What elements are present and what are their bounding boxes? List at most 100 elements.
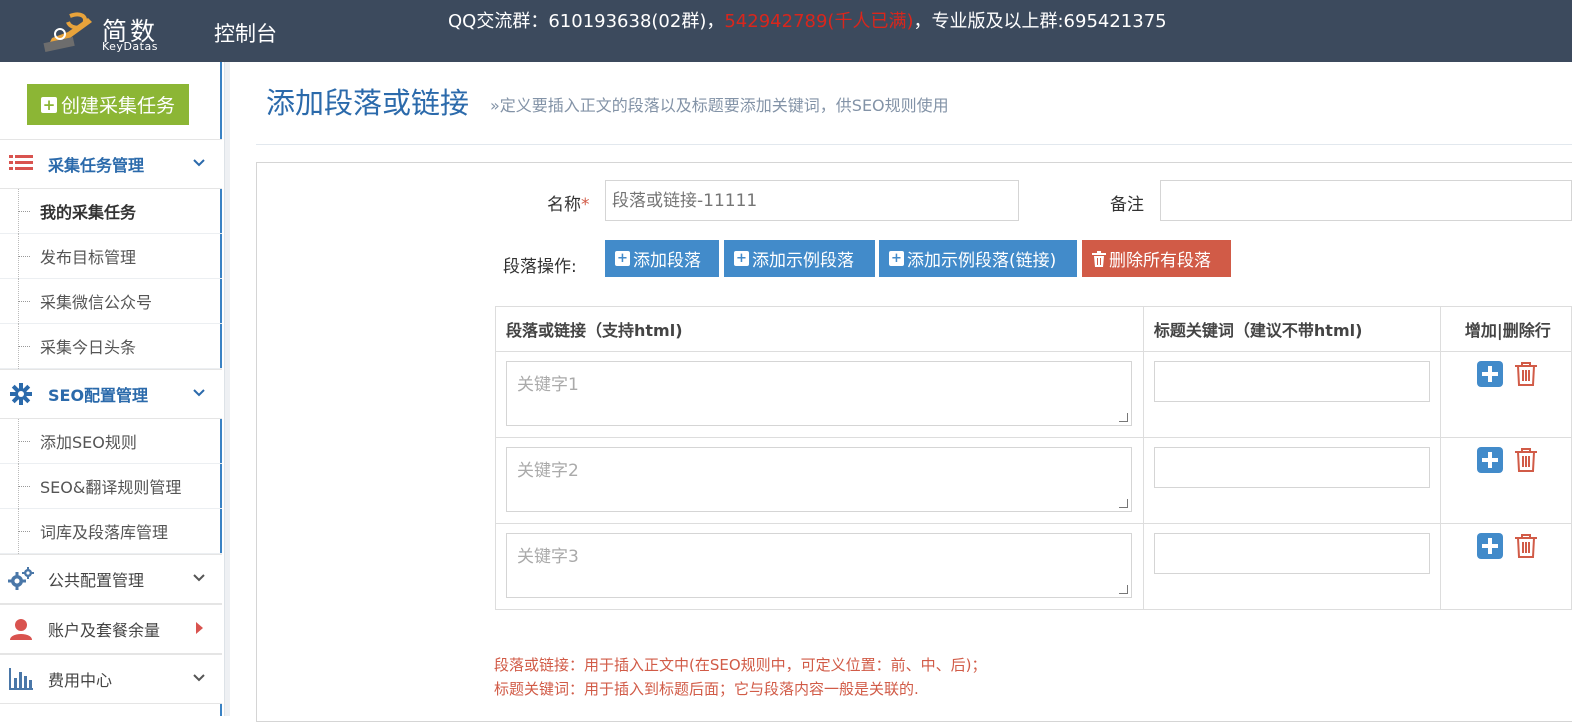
add-row-icon[interactable] (1476, 533, 1503, 559)
paragraph-textarea[interactable]: 关键字2 (506, 447, 1132, 512)
sidebar-section-label: 账户及套餐余量 (48, 621, 161, 640)
trash-icon (1092, 250, 1106, 267)
chevron-down-icon (193, 574, 205, 582)
keyword-input[interactable] (1153, 533, 1430, 574)
qq-suffix: ，专业版及以上群:695421375 (913, 11, 1167, 32)
remark-input[interactable] (1160, 180, 1572, 221)
logo-icon (43, 12, 92, 53)
delete-row-icon[interactable] (1513, 533, 1539, 559)
sidebar-section-label: 公共配置管理 (48, 571, 145, 590)
gear-icon (8, 381, 34, 407)
user-icon (8, 616, 34, 642)
keyword-input[interactable] (1153, 361, 1430, 402)
sidebar-item-label: 采集微信公众号 (40, 293, 153, 312)
divider (256, 144, 1572, 145)
required-marker: * (581, 195, 590, 215)
button-label: 添加段落 (633, 251, 701, 271)
sidebar-item-label: 添加SEO规则 (40, 433, 137, 452)
remark-label: 备注 (1110, 195, 1144, 215)
create-task-button[interactable]: + 创建采集任务 (27, 84, 189, 125)
sidebar-section-seo[interactable]: SEO配置管理 (0, 369, 222, 419)
help-note: 段落或链接：用于插入正文中(在SEO规则中，可定义位置：前、中、后)； (494, 656, 987, 674)
sidebar-section-task-management[interactable]: 采集任务管理 (0, 139, 222, 189)
add-sample-link-paragraph-button[interactable]: + 添加示例段落(链接) (879, 240, 1077, 277)
top-bar: 简数 KeyDatas 控制台 QQ交流群：610193638(02群)，542… (0, 0, 1572, 62)
chevron-down-icon (193, 674, 205, 682)
sidebar-item-label: 我的采集任务 (40, 203, 137, 222)
bar-chart-icon (8, 666, 34, 692)
name-input[interactable] (605, 180, 1019, 221)
sidebar-item-label: 采集今日头条 (40, 338, 137, 357)
console-title[interactable]: 控制台 (214, 18, 277, 48)
name-label: 名称* (547, 190, 590, 215)
sidebar-item-label: 词库及段落库管理 (40, 523, 169, 542)
name-label-text: 名称 (547, 195, 581, 215)
sidebar-section-label: 费用中心 (48, 671, 113, 690)
paragraph-cell: 关键字2 (495, 437, 1144, 524)
button-label: 添加示例段落 (752, 251, 854, 271)
page-title: 添加段落或链接 (266, 86, 470, 120)
paragraph-textarea[interactable]: 关键字3 (506, 533, 1132, 598)
sidebar-item-toutiao[interactable]: 采集今日头条 (0, 324, 222, 369)
button-label: 删除所有段落 (1109, 251, 1211, 271)
keyword-input[interactable] (1153, 447, 1430, 488)
table-row: 关键字2 (495, 437, 1572, 524)
row-actions-cell (1439, 523, 1572, 610)
paragraph-ops-label: 段落操作: (503, 257, 577, 277)
paragraph-textarea[interactable]: 关键字1 (506, 361, 1132, 426)
sidebar-section-account[interactable]: 账户及套餐余量 (0, 604, 222, 654)
plus-square-icon: + (40, 95, 57, 114)
qq-full-group: 542942789(千人已满) (724, 11, 914, 32)
main-content: 添加段落或链接 »定义要插入正文的段落以及标题要添加关键词，供SEO规则使用 名… (232, 62, 1572, 722)
column-header: 增加|删除行 (1439, 306, 1572, 352)
logo-subtext: KeyDatas (102, 40, 158, 53)
sidebar-item-publish-targets[interactable]: 发布目标管理 (0, 234, 222, 279)
row-actions-cell (1439, 351, 1572, 438)
caret-right-icon (196, 622, 203, 634)
logo[interactable]: 简数 KeyDatas (40, 6, 190, 56)
list-icon (8, 151, 34, 177)
delete-all-paragraphs-button[interactable]: 删除所有段落 (1082, 240, 1231, 277)
sidebar-item-label: 发布目标管理 (40, 248, 137, 267)
plus-square-icon: + (734, 251, 749, 266)
add-paragraph-button[interactable]: + 添加段落 (605, 240, 719, 277)
sidebar-section-label: 采集任务管理 (48, 156, 145, 175)
sidebar-item-label: SEO&翻译规则管理 (40, 478, 182, 497)
paragraph-cell: 关键字3 (495, 523, 1144, 610)
sidebar-section-label: SEO配置管理 (48, 386, 149, 405)
sidebar-divider[interactable] (224, 62, 230, 716)
row-actions-cell (1439, 437, 1572, 524)
delete-row-icon[interactable] (1513, 361, 1539, 387)
add-row-icon[interactable] (1476, 447, 1503, 473)
keyword-cell (1142, 523, 1441, 610)
plus-square-icon: + (615, 251, 630, 266)
chevron-down-icon (193, 389, 205, 397)
delete-row-icon[interactable] (1513, 447, 1539, 473)
add-row-icon[interactable] (1476, 361, 1503, 387)
sidebar-item-lexicon[interactable]: 词库及段落库管理 (0, 509, 222, 554)
sidebar-item-seo-translation[interactable]: SEO&翻译规则管理 (0, 464, 222, 509)
sidebar-item-my-tasks[interactable]: 我的采集任务 (0, 189, 222, 234)
create-task-label: 创建采集任务 (60, 95, 175, 117)
sidebar: + 创建采集任务 采集任务管理 我的采集任务 发布目标管理 采集微信公众号 采集… (0, 62, 222, 716)
sidebar-section-public-config[interactable]: 公共配置管理 (0, 554, 222, 604)
sidebar-item-add-seo-rule[interactable]: 添加SEO规则 (0, 419, 222, 464)
button-label: 添加示例段落(链接) (907, 251, 1057, 271)
paragraph-table: 段落或链接（支持html) 标题关键词（建议不带html) 增加|删除行 关键字… (495, 306, 1572, 610)
column-header: 标题关键词（建议不带html) (1142, 306, 1441, 352)
sidebar-item-wechat[interactable]: 采集微信公众号 (0, 279, 222, 324)
gears-icon (8, 566, 34, 592)
qq-group-info: QQ交流群：610193638(02群)，542942789(千人已满)，专业版… (448, 7, 1167, 33)
qq-prefix: QQ交流群：610193638(02群)， (448, 11, 725, 32)
keyword-cell (1142, 351, 1441, 438)
sidebar-section-billing[interactable]: 费用中心 (0, 654, 222, 704)
chevron-down-icon (193, 159, 205, 167)
table-row: 关键字3 (495, 523, 1572, 610)
plus-square-icon: + (889, 251, 904, 266)
help-note: 标题关键词：用于插入到标题后面；它与段落内容一般是关联的. (494, 680, 919, 698)
column-header: 段落或链接（支持html) (495, 306, 1144, 352)
table-row: 关键字1 (495, 351, 1572, 438)
page-subtitle: »定义要插入正文的段落以及标题要添加关键词，供SEO规则使用 (490, 96, 949, 115)
add-sample-paragraph-button[interactable]: + 添加示例段落 (724, 240, 875, 277)
keyword-cell (1142, 437, 1441, 524)
